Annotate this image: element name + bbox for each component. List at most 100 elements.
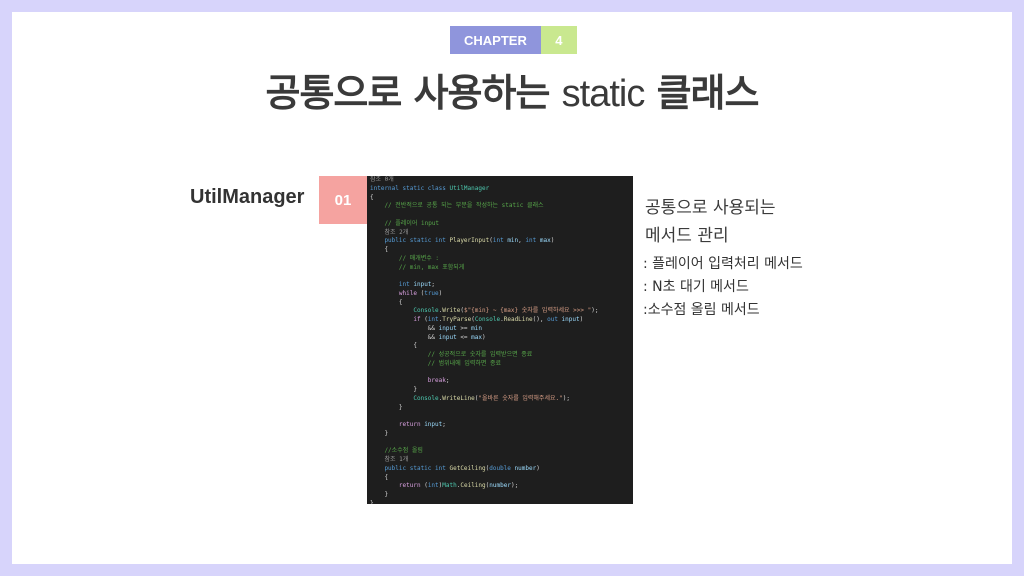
description-list: : 플레이어 입력처리 메서드 : N초 대기 메서드 :소수점 올림 메서드 <box>643 253 803 322</box>
code-line: // 성공적으로 숫자를 입력받으면 종료 <box>367 351 633 360</box>
code-token: TryParse <box>442 316 472 323</box>
description-item: :소수점 올림 메서드 <box>643 302 760 318</box>
code-line: // 범위내에 입력하면 종료 <box>367 360 633 369</box>
code-line: break; <box>367 377 633 386</box>
code-line: Console.Write($"{min} ~ {max} 숫자를 입력하세요 … <box>367 307 633 316</box>
code-token: if <box>370 316 425 323</box>
code-token: double <box>489 464 515 472</box>
code-token: // 플레이어 input <box>370 219 440 227</box>
description-title-line1: 공통으로 사용되는 <box>645 198 776 218</box>
code-token: input <box>424 421 443 428</box>
code-token: ReadLine <box>503 316 533 323</box>
code-token: { <box>370 298 403 306</box>
code-token: ); <box>562 394 570 402</box>
code-line: } <box>367 430 633 439</box>
code-token: public static int <box>370 464 450 472</box>
code-token: out <box>547 316 562 323</box>
code-token: break <box>370 377 446 385</box>
code-token: max <box>471 333 482 341</box>
code-token: min <box>507 237 519 245</box>
code-token: ) <box>536 464 540 472</box>
code-token: int <box>427 316 439 323</box>
code-token: } <box>370 491 389 498</box>
code-token: ; <box>431 281 436 288</box>
code-token: GetCeiling <box>449 464 486 472</box>
code-token: { <box>370 473 389 481</box>
code-token: min <box>471 324 482 332</box>
code-token: >= <box>456 324 472 332</box>
code-line: if (int.TryParse(Console.ReadLine(), out… <box>367 316 633 325</box>
code-token: Math <box>442 482 457 490</box>
code-token: } <box>370 499 374 504</box>
code-token: ) <box>579 316 584 323</box>
code-token: //소수점 올림 <box>370 447 423 455</box>
code-token: int <box>370 281 414 288</box>
code-line: 참조 0개 <box>367 176 633 185</box>
code-token: ) <box>550 237 555 245</box>
code-token: ); <box>510 482 519 490</box>
code-token: <= <box>456 333 472 341</box>
code-line: { <box>367 194 633 203</box>
code-token: // 성공적으로 숫자를 입력받으면 종료 <box>370 351 533 358</box>
code-token: // min, max 포함되게 <box>370 263 465 271</box>
chapter-label: CHAPTER <box>450 26 541 54</box>
code-token: $"{min} ~ {max} 숫자를 입력하세요 >>> " <box>463 307 592 315</box>
code-token: } <box>370 429 389 437</box>
description-item: : N초 대기 메서드 <box>643 279 749 295</box>
code-line: return (int)Math.Ceiling(number); <box>367 482 633 491</box>
code-token: 참조 1개 <box>370 456 409 463</box>
description-item: : 플레이어 입력처리 메서드 <box>643 256 803 272</box>
code-line: int input; <box>367 281 633 290</box>
code-line: public static int GetCeiling(double numb… <box>367 465 633 474</box>
code-token: Console <box>474 316 501 323</box>
code-line: //소수점 올림 <box>367 447 633 456</box>
code-token: input <box>438 324 457 332</box>
code-line: internal static class UtilManager <box>367 185 633 194</box>
code-line: { <box>367 246 633 255</box>
code-token: ; <box>442 421 446 428</box>
code-line: public static int PlayerInput(int min, i… <box>367 237 633 246</box>
code-token: true <box>424 289 439 297</box>
code-token: && <box>370 333 439 341</box>
code-token: number <box>489 482 511 490</box>
code-line: } <box>367 386 633 395</box>
code-token: ); <box>591 307 599 315</box>
code-line: && input >= min <box>367 325 633 334</box>
code-token: (), <box>532 316 548 323</box>
code-line: } <box>367 500 633 504</box>
code-token: Write <box>442 307 461 315</box>
code-token: Ceiling <box>460 482 486 490</box>
code-token: ) <box>438 289 443 297</box>
code-token: // 매개변수 : <box>370 254 440 262</box>
code-line: && input <= max) <box>367 334 633 343</box>
section-name: UtilManager <box>190 186 305 208</box>
code-line: 참조 1개 <box>367 456 633 465</box>
code-line: } <box>367 491 633 500</box>
code-line: { <box>367 474 633 483</box>
code-token: } <box>370 403 403 411</box>
code-token: PlayerInput <box>449 237 490 245</box>
code-token: input <box>413 281 432 288</box>
code-token: ) <box>482 333 486 341</box>
code-token: { <box>370 342 417 350</box>
code-line: // 매개변수 : <box>367 255 633 264</box>
description-title: 공통으로 사용되는 메서드 관리 <box>645 194 776 250</box>
title-suffix: 클래스 <box>656 71 760 115</box>
code-token: UtilManager <box>449 184 490 192</box>
code-token: internal static class <box>370 184 450 192</box>
code-line: // 플레이어 input <box>367 220 633 229</box>
code-line: { <box>367 342 633 351</box>
code-token: Console <box>370 307 439 315</box>
title-korean: 공통으로 사용하는 <box>265 71 551 115</box>
code-token: number <box>514 464 537 472</box>
title-latin: static <box>561 73 646 115</box>
chapter-badge: CHAPTER 4 <box>450 26 577 54</box>
code-line: { <box>367 299 633 308</box>
code-token: while <box>370 289 421 297</box>
code-screenshot: 참조 0개 internal static class UtilManager{ … <box>367 176 633 504</box>
slide-title: 공통으로 사용하는 static 클래스 <box>0 62 1024 117</box>
code-token: ; <box>445 377 450 385</box>
